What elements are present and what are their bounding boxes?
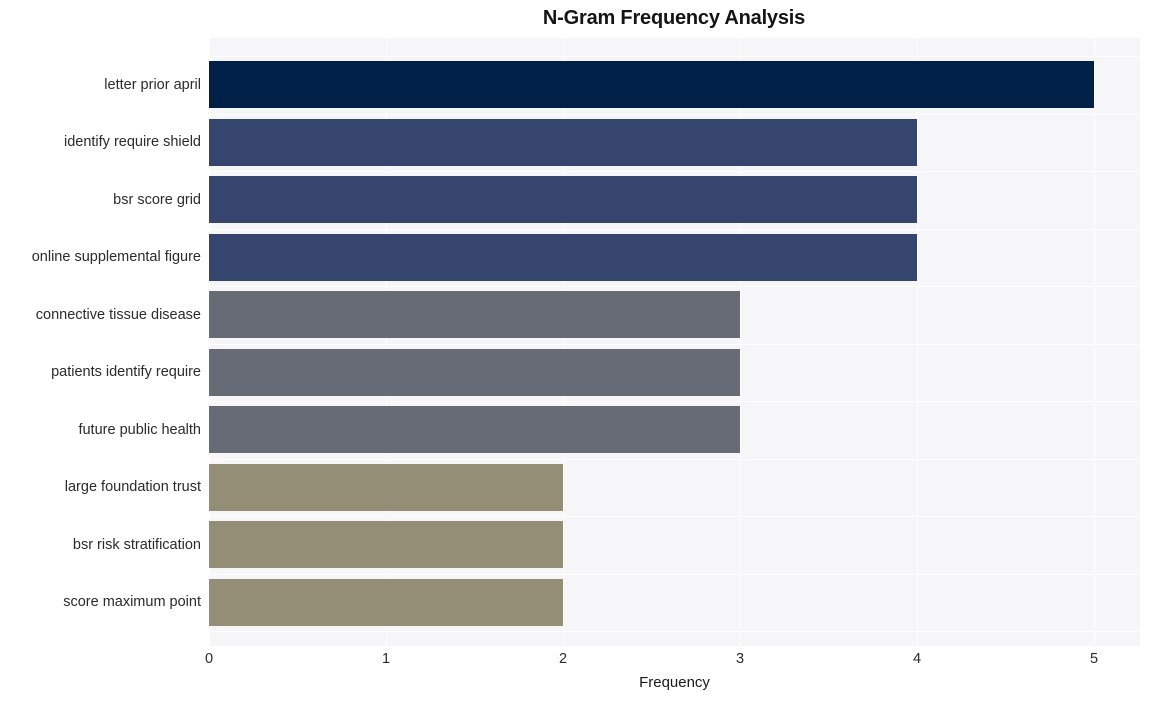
y-tick-label: connective tissue disease <box>35 307 201 323</box>
gridline-horizontal <box>209 229 1140 230</box>
gridline-horizontal <box>209 56 1140 57</box>
gridline-vertical <box>1094 38 1095 646</box>
y-tick-label: future public health <box>78 422 201 438</box>
bar <box>209 61 1094 108</box>
bar <box>209 291 740 338</box>
y-tick-label: large foundation trust <box>64 479 201 495</box>
bar <box>209 464 563 511</box>
y-tick-label: identify require shield <box>63 134 201 150</box>
bar <box>209 119 917 166</box>
x-tick-label: 3 <box>735 651 745 667</box>
x-axis-label: Frequency <box>639 674 710 691</box>
y-tick-label: online supplemental figure <box>31 249 201 265</box>
x-tick-label: 1 <box>381 651 391 667</box>
chart-figure: N-Gram Frequency Analysis letter prior a… <box>0 0 1149 701</box>
x-tick-label: 2 <box>558 651 568 667</box>
y-tick-label: patients identify require <box>51 364 201 380</box>
gridline-horizontal <box>209 286 1140 287</box>
x-tick-label: 0 <box>204 651 214 667</box>
plot-area <box>209 38 1140 646</box>
y-tick-label: bsr score grid <box>113 192 201 208</box>
bar <box>209 234 917 281</box>
x-tick-label: 5 <box>1089 651 1099 667</box>
x-tick-label: 4 <box>912 651 922 667</box>
gridline-horizontal <box>209 114 1140 115</box>
gridline-vertical <box>917 38 918 646</box>
gridline-horizontal <box>209 516 1140 517</box>
gridline-horizontal <box>209 401 1140 402</box>
bar <box>209 406 740 453</box>
chart-title: N-Gram Frequency Analysis <box>542 7 806 29</box>
gridline-horizontal <box>209 459 1140 460</box>
gridline-horizontal <box>209 631 1140 632</box>
y-tick-label: bsr risk stratification <box>72 537 201 553</box>
bar <box>209 579 563 626</box>
gridline-horizontal <box>209 344 1140 345</box>
bar <box>209 176 917 223</box>
bar <box>209 521 563 568</box>
gridline-horizontal <box>209 171 1140 172</box>
x-axis-tick-labels: 0 1 2 3 4 5 <box>0 650 1149 672</box>
bar <box>209 349 740 396</box>
y-tick-label: letter prior april <box>104 77 201 93</box>
gridline-horizontal <box>209 574 1140 575</box>
y-tick-label: score maximum point <box>63 594 201 610</box>
y-axis-tick-labels: letter prior april identify require shiel… <box>0 0 201 701</box>
